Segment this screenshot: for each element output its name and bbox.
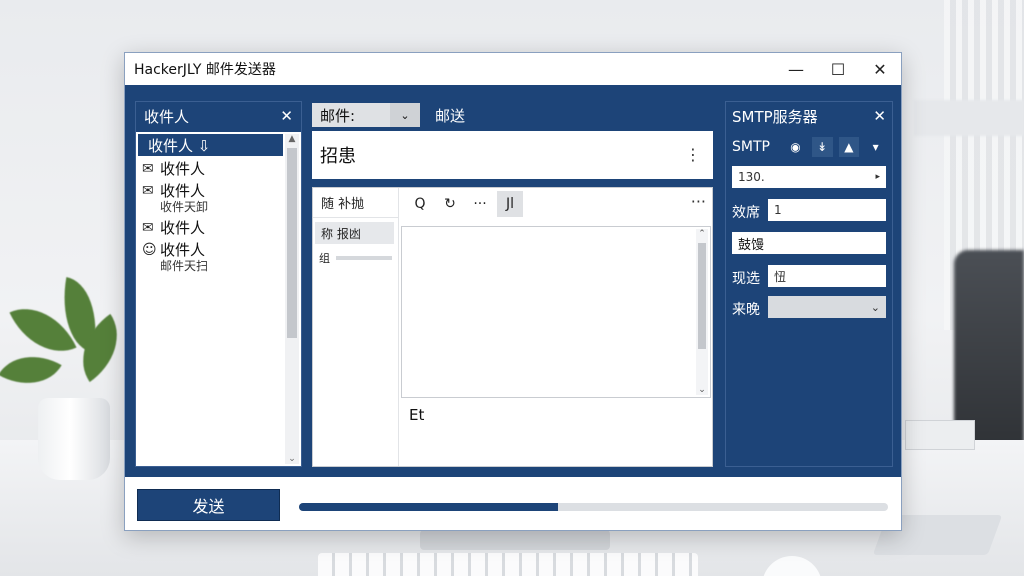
editor-side-tab[interactable]: 随 补抛 [313,188,398,218]
recipients-panel: 收件人 ✕ 收件人 ⇩ ✉ 收件人 ✉ 收件人 收件天卸 ✉ 收件人 ☺ 收件人… [135,101,302,467]
smtp-host-value: 130. [738,170,765,184]
mail-selector[interactable]: 邮件: ⌄ [312,103,420,127]
envelope-check-icon: ✉ [142,220,154,236]
monitor-stand [420,530,610,550]
recipient-item[interactable]: ✉ 收件人 收件天卸 [136,178,301,215]
maximize-icon[interactable]: ☐ [817,53,859,85]
port-label: 效席 [732,205,760,221]
recipient-item[interactable]: ✉ 收件人 [136,215,301,237]
editor-side-panel: 随 补抛 称 报凼 组 [313,188,399,466]
scroll-thumb[interactable] [287,148,297,338]
recipient-name: 收件人 [160,182,206,200]
chevron-down-icon[interactable]: ⌄ [871,301,880,314]
format-icon[interactable]: Jl [497,191,523,217]
scroll-thumb[interactable] [698,243,706,349]
connect-icon[interactable]: ◉ [785,137,806,157]
smtp-panel: SMTP服务器 ✕ SMTP ◉ ↡ ▲ ▾ 130. ▸ 效席 1 鼓馒 现选… [725,101,893,467]
recipients-list: 收件人 ⇩ ✉ 收件人 ✉ 收件人 收件天卸 ✉ 收件人 ☺ 收件人 邮件天扫 … [136,132,301,466]
send-button[interactable]: 发送 [137,489,280,521]
keyboard [318,553,698,576]
contact-icon: ☺ [142,242,157,258]
recipients-scrollbar[interactable]: ▲ ⌄ [285,134,299,464]
recipient-name: 收件人 [160,241,206,259]
title-bar: HackerJLY 邮件发送器 — ☐ ✕ [125,53,901,85]
send-progress-bar [299,503,888,511]
minimize-icon[interactable]: — [775,53,817,85]
plant-pot [38,398,110,480]
download-icon[interactable]: ↡ [811,137,833,157]
tab-send[interactable]: 邮送 [435,105,465,126]
window-title: HackerJLY 邮件发送器 [134,62,276,78]
password-label: 现选 [732,271,760,287]
overflow-menu-icon[interactable]: ··· [691,192,706,211]
smtp-close-icon[interactable]: ✕ [873,107,886,125]
body-scrollbar[interactable]: ⌃ ⌄ [696,229,708,395]
subject-text: 招患 [320,146,356,167]
smtp-header: SMTP服务器 ✕ [726,102,892,130]
recipient-item[interactable]: ☺ 收件人 邮件天扫 [136,237,301,274]
chevron-down-icon[interactable]: ⌄ [390,103,420,127]
progress-fill [299,503,559,511]
recipients-header: 收件人 ✕ [136,102,301,130]
editor-side-item[interactable]: 组 [319,250,398,266]
editor-toolbar: Q ↻ ··· Jl ··· [401,188,712,220]
recipient-subtext: 邮件天扫 [160,259,209,273]
mail-sender-window: HackerJLY 邮件发送器 — ☐ ✕ 收件人 ✕ 收件人 ⇩ ✉ 收件人 … [124,52,902,531]
scroll-up-icon[interactable]: ⌃ [696,229,708,239]
port-input[interactable]: 1 [768,199,886,221]
smtp-title: SMTP服务器 [732,107,818,126]
recipient-selected[interactable]: 收件人 ⇩ [138,134,283,156]
recipient-name: 收件人 [160,160,206,178]
message-body-input[interactable]: ⌃ ⌄ [401,226,711,398]
smtp-toolbar: SMTP ◉ ↡ ▲ ▾ [732,136,886,158]
recipient-item[interactable]: ✉ 收件人 [136,156,301,178]
smtp-label: SMTP [732,139,770,155]
background-laptop [905,420,975,450]
wall-shelf [914,100,1024,136]
recipient-name: 收件人 [160,219,206,237]
close-icon[interactable]: ✕ [859,53,901,85]
ellipsis-icon[interactable]: ··· [467,191,493,217]
editor-side-item-bar [336,256,392,260]
bottom-bar: 发送 [125,477,901,530]
smtp-host-input[interactable]: 130. ▸ [732,166,886,188]
mode-label: 来晚 [732,302,760,318]
open-envelope-icon: ✉ [142,183,154,199]
upload-icon[interactable]: ▲ [838,137,860,157]
mode-select[interactable]: ⌄ [768,296,886,318]
recipients-title: 收件人 [144,107,190,126]
signature-text[interactable]: Et [409,406,424,424]
recipient-subtext: 收件天卸 [160,200,209,214]
more-options-icon[interactable]: ⋮ [685,145,701,164]
mail-selector-label: 邮件: [320,106,356,125]
username-input[interactable]: 鼓馒 [732,232,886,254]
message-editor: 随 补抛 称 报凼 组 Q ↻ ··· Jl ··· ⌃ ⌄ Et [312,187,713,467]
envelope-icon: ✉ [142,161,154,177]
scroll-down-icon[interactable]: ⌄ [285,454,299,464]
smtp-menu-icon[interactable]: ▾ [865,137,886,157]
subject-field[interactable]: 招患 ⋮ [312,131,713,179]
scroll-down-icon[interactable]: ⌄ [696,385,708,395]
editor-side-item-label: 组 [319,252,330,265]
search-icon[interactable]: Q [407,191,433,217]
editor-side-item[interactable]: 称 报凼 [315,222,394,244]
password-input[interactable]: 忸 [768,265,886,287]
host-dropdown-icon[interactable]: ▸ [875,172,880,182]
refresh-icon[interactable]: ↻ [437,191,463,217]
recipients-close-icon[interactable]: ✕ [280,107,293,125]
scroll-up-icon[interactable]: ▲ [285,134,299,144]
